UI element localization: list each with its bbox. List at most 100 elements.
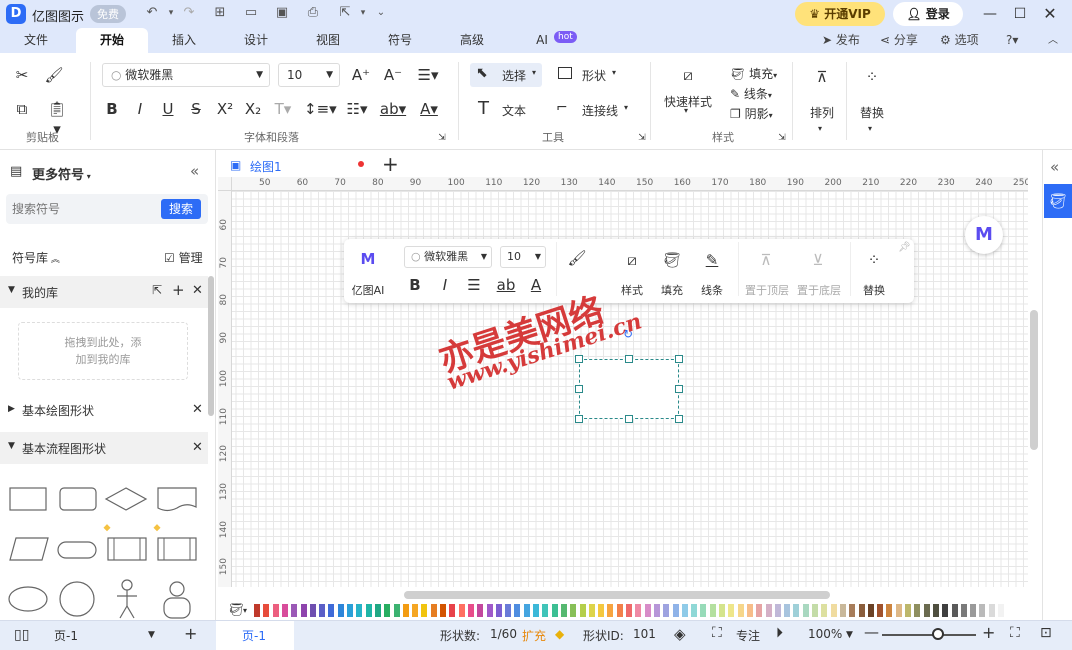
shape-tool-button[interactable]: 形状 ▾ <box>556 63 626 87</box>
color-swatch[interactable] <box>347 604 353 617</box>
decrease-font-icon[interactable]: A⁻ <box>382 65 404 85</box>
expand-panel-icon[interactable]: « <box>1050 158 1059 176</box>
float-highlight-icon[interactable]: ab <box>494 275 518 295</box>
arrange-label[interactable]: 排列 <box>810 104 834 121</box>
flowchart-shape-gallery[interactable] <box>0 472 212 620</box>
resize-handle[interactable] <box>575 385 583 393</box>
color-swatch[interactable] <box>607 604 614 617</box>
more-symbols-button[interactable]: 更多符号 ▾ <box>32 164 91 183</box>
color-swatch[interactable] <box>374 604 381 617</box>
tab-file[interactable]: 文件 <box>14 28 58 53</box>
replace-icon[interactable]: ⁘ <box>862 250 886 270</box>
color-swatch[interactable] <box>309 604 316 617</box>
color-swatch[interactable] <box>570 604 577 617</box>
color-swatch[interactable] <box>895 604 902 617</box>
color-swatch[interactable] <box>858 604 865 617</box>
float-bold-icon[interactable]: B <box>406 275 424 295</box>
undo-dropdown-icon[interactable]: ▾ <box>162 4 180 22</box>
minimize-icon[interactable]: — <box>980 4 1000 24</box>
color-swatch[interactable] <box>756 604 763 617</box>
color-swatch[interactable] <box>281 604 288 617</box>
resize-handle[interactable] <box>675 385 683 393</box>
vertical-scrollbar[interactable] <box>1030 310 1038 450</box>
line-button[interactable]: ✎ 线条▾ <box>730 85 772 102</box>
font-color-icon[interactable]: A▾ <box>414 99 444 119</box>
pin-icon[interactable]: 📌︎ <box>898 242 911 253</box>
tab-advanced[interactable]: 高级 <box>448 28 496 53</box>
bullet-list-icon[interactable]: ☷▾ <box>342 99 372 119</box>
color-swatch[interactable] <box>877 604 884 617</box>
palette-dropdown-icon[interactable]: ▾ <box>243 606 247 615</box>
highlight-icon[interactable]: ab▾ <box>378 99 408 119</box>
page-view-icon[interactable]: ▯▯ <box>14 627 29 643</box>
fill-bucket-icon[interactable]: 🪣︎ <box>660 250 684 270</box>
sidebar-scrollbar[interactable] <box>208 276 214 416</box>
resize-handle[interactable] <box>675 415 683 423</box>
color-swatch[interactable] <box>542 604 549 617</box>
superscript-icon[interactable]: X² <box>214 99 236 119</box>
symbol-search-input[interactable] <box>12 199 152 219</box>
copy-icon[interactable]: ⧉ <box>12 99 32 119</box>
color-swatch[interactable] <box>421 604 428 617</box>
open-folder-icon[interactable]: ▭ <box>242 4 260 22</box>
float-fill-label[interactable]: 填充 <box>658 282 686 298</box>
color-swatch[interactable] <box>523 604 530 617</box>
color-swatch[interactable] <box>839 604 846 617</box>
color-swatch[interactable] <box>505 604 512 617</box>
color-swatch[interactable] <box>728 604 735 617</box>
color-swatch[interactable] <box>467 604 474 617</box>
color-swatch[interactable] <box>812 604 818 617</box>
color-swatch[interactable] <box>691 604 698 617</box>
color-swatch[interactable] <box>663 604 670 617</box>
italic-icon[interactable]: I <box>130 99 150 119</box>
color-swatch[interactable] <box>681 604 688 617</box>
style-dialog-launcher-icon[interactable]: ⇲ <box>776 128 788 148</box>
resize-handle[interactable] <box>575 415 583 423</box>
add-page-icon[interactable]: + <box>184 624 197 643</box>
new-file-icon[interactable]: ⊞ <box>211 4 229 22</box>
expand-icon[interactable]: ▼ <box>8 285 15 295</box>
color-swatch[interactable] <box>402 604 409 617</box>
color-swatch[interactable] <box>328 604 335 617</box>
customize-quick-access-icon[interactable]: ⌄ <box>372 4 390 22</box>
expand-button[interactable]: 扩充 <box>522 627 546 644</box>
zoom-slider-track[interactable] <box>882 634 976 636</box>
layers-icon[interactable]: ◈ <box>674 625 686 643</box>
color-swatch[interactable] <box>942 604 949 617</box>
color-swatch[interactable] <box>737 604 744 617</box>
tab-view[interactable]: 视图 <box>304 28 352 53</box>
color-swatch[interactable] <box>263 604 270 617</box>
increase-font-icon[interactable]: A⁺ <box>350 65 372 85</box>
focus-label[interactable]: 专注 <box>736 627 760 644</box>
color-swatch[interactable] <box>970 604 977 617</box>
fit-page-icon[interactable]: ⛶ <box>1010 625 1020 641</box>
vip-button[interactable]: ♛ 开通VIP <box>795 2 885 26</box>
replace-label[interactable]: 替换 <box>860 104 884 121</box>
help-icon[interactable]: ?▾ <box>1006 28 1018 53</box>
color-swatch[interactable] <box>384 604 391 617</box>
collapse-sidebar-icon[interactable]: « <box>190 162 199 180</box>
expand-icon[interactable]: ▶ <box>8 404 15 414</box>
fullscreen-icon[interactable]: ⊡ <box>1040 625 1052 641</box>
color-swatch[interactable] <box>905 604 911 617</box>
close-library-icon[interactable]: ✕ <box>192 283 203 298</box>
close-library-icon[interactable]: ✕ <box>192 440 203 455</box>
horizontal-scrollbar[interactable] <box>404 591 830 599</box>
connector-tool-button[interactable]: ⌐ 连接线 ▾ <box>556 98 636 122</box>
close-library-icon[interactable]: ✕ <box>192 402 203 417</box>
color-swatch[interactable] <box>291 604 298 617</box>
float-font-color-icon[interactable]: A <box>526 275 546 295</box>
color-swatch[interactable] <box>440 604 446 617</box>
focus-icon[interactable]: ⛶ <box>712 625 722 641</box>
format-painter-icon[interactable]: 🖌︎ <box>565 248 589 268</box>
bring-to-front-label[interactable]: 置于顶层 <box>742 282 792 298</box>
color-swatch[interactable] <box>672 604 679 617</box>
color-swatch[interactable] <box>784 604 791 617</box>
add-icon[interactable]: + <box>172 281 185 299</box>
import-icon[interactable]: ⇱ <box>152 283 162 297</box>
fill-button[interactable]: 🪣︎ 填充▾ <box>730 65 777 82</box>
color-swatch[interactable] <box>412 604 419 617</box>
color-swatch[interactable] <box>337 604 344 617</box>
fill-bucket-icon[interactable]: 🪣︎ <box>1044 184 1072 218</box>
color-swatch[interactable] <box>254 604 260 617</box>
